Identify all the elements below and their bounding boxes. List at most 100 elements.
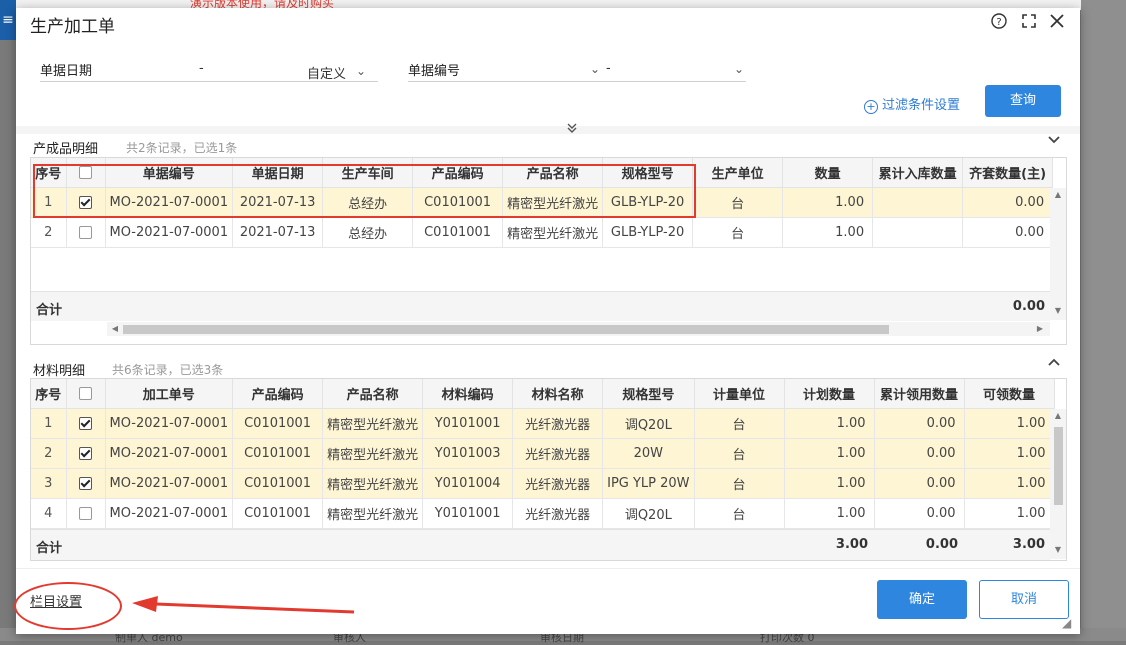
unit-cell[interactable]: 台 <box>694 498 785 529</box>
filter-settings-link[interactable]: + 过滤条件设置 <box>864 94 960 114</box>
unit-cell[interactable]: 台 <box>694 438 785 469</box>
row-select-cell[interactable] <box>66 408 106 439</box>
double-chevron-down-icon[interactable] <box>563 122 581 138</box>
chevron-down-icon[interactable]: ⌄ <box>734 62 744 76</box>
material-code-cell[interactable]: Y0101004 <box>422 468 514 499</box>
confirm-button[interactable]: 确定 <box>877 580 967 619</box>
product-code-cell[interactable]: C0101001 <box>232 438 324 469</box>
checkbox[interactable] <box>79 387 92 400</box>
row-select-cell[interactable] <box>66 438 106 469</box>
scroll-down-icon[interactable]: ▼ <box>1050 306 1066 315</box>
order-code-cell[interactable]: MO-2021-07-0001 <box>105 468 234 499</box>
row-select-cell[interactable] <box>66 468 106 499</box>
table-row[interactable]: 1 MO-2021-07-0001 C0101001 精密型光纤激光 Y0101… <box>31 408 1055 439</box>
col-header-unit[interactable]: 计量单位 <box>694 379 785 409</box>
checkbox[interactable] <box>79 226 92 239</box>
resize-grip-icon[interactable]: ◢ <box>1062 616 1071 630</box>
available-qty-cell[interactable]: 1.00 <box>964 468 1055 499</box>
available-qty-cell[interactable]: 1.00 <box>964 438 1055 469</box>
checkbox[interactable] <box>79 447 92 460</box>
product-code-cell[interactable]: C0101001 <box>232 408 324 439</box>
checkbox[interactable] <box>79 417 92 430</box>
doc-code-cell[interactable]: MO-2021-07-0001 <box>105 217 234 248</box>
order-code-cell[interactable]: MO-2021-07-0001 <box>105 498 234 529</box>
col-header-plan-qty[interactable]: 计划数量 <box>784 379 875 409</box>
plan-qty-cell[interactable]: 1.00 <box>784 438 875 469</box>
close-icon[interactable] <box>1047 13 1067 33</box>
doc-date-cell[interactable]: 2021-07-13 <box>232 217 324 248</box>
material-code-cell[interactable]: Y0101001 <box>422 408 514 439</box>
cancel-button[interactable]: 取消 <box>979 580 1069 619</box>
query-button[interactable]: 查询 <box>985 85 1061 117</box>
chevron-down-icon[interactable]: ⌄ <box>356 64 366 78</box>
spec-cell[interactable]: 20W <box>602 438 695 469</box>
col-header-stocked-qty[interactable]: 累计入库数量 <box>872 158 964 188</box>
material-name-cell[interactable]: 光纤激光器 <box>512 498 604 529</box>
spec-cell[interactable]: 调Q20L <box>602 498 695 529</box>
spec-cell[interactable]: IPG YLP 20W <box>602 468 695 499</box>
row-select-cell[interactable] <box>66 498 106 529</box>
spec-cell[interactable]: 调Q20L <box>602 408 695 439</box>
product-name-cell[interactable]: 精密型光纤激光 <box>502 217 604 248</box>
col-header-material-name[interactable]: 材料名称 <box>512 379 604 409</box>
product-name-cell[interactable]: 精密型光纤激光 <box>322 468 424 499</box>
date-mode-select[interactable]: 自定义 <box>307 63 346 82</box>
stocked-qty-cell[interactable] <box>872 187 964 218</box>
checkbox[interactable] <box>79 507 92 520</box>
table-row[interactable]: 2 MO-2021-07-0001 2021-07-13 总经办 C010100… <box>31 217 1054 248</box>
col-header-available-qty[interactable]: 可领数量 <box>964 379 1055 409</box>
materials-vertical-scrollbar[interactable]: ▲ ▼ <box>1050 409 1066 559</box>
material-code-cell[interactable]: Y0101001 <box>422 498 514 529</box>
used-qty-cell[interactable]: 0.00 <box>874 438 965 469</box>
col-header-unit[interactable]: 生产单位 <box>692 158 784 188</box>
product-name-cell[interactable]: 精密型光纤激光 <box>322 438 424 469</box>
unit-cell[interactable]: 台 <box>692 187 784 218</box>
scroll-left-icon[interactable]: ◀ <box>107 324 123 333</box>
workshop-cell[interactable]: 总经办 <box>322 217 414 248</box>
table-row[interactable]: 2 MO-2021-07-0001 C0101001 精密型光纤激光 Y0101… <box>31 438 1055 469</box>
col-header-order-code[interactable]: 加工单号 <box>105 379 234 409</box>
chevron-down-icon[interactable]: ⌄ <box>590 62 600 76</box>
qty-cell[interactable]: 1.00 <box>782 217 874 248</box>
col-header-kit-qty[interactable]: 齐套数量(主) <box>962 158 1054 188</box>
material-code-cell[interactable]: Y0101003 <box>422 438 514 469</box>
spec-cell[interactable]: GLB-YLP-20 <box>602 217 694 248</box>
material-name-cell[interactable]: 光纤激光器 <box>512 468 604 499</box>
scroll-up-icon[interactable]: ▲ <box>1050 190 1066 199</box>
kit-qty-cell[interactable]: 0.00 <box>962 187 1054 218</box>
available-qty-cell[interactable]: 1.00 <box>964 408 1055 439</box>
stocked-qty-cell[interactable] <box>872 217 964 248</box>
scroll-right-icon[interactable]: ▶ <box>1032 324 1048 333</box>
products-vertical-scrollbar[interactable]: ▲ ▼ <box>1050 188 1066 320</box>
scroll-thumb[interactable] <box>1054 427 1063 505</box>
chevron-down-icon[interactable] <box>1043 132 1065 154</box>
unit-cell[interactable]: 台 <box>694 468 785 499</box>
checkbox[interactable] <box>79 477 92 490</box>
scroll-down-icon[interactable]: ▼ <box>1050 545 1066 554</box>
table-row[interactable]: 4 MO-2021-07-0001 C0101001 精密型光纤激光 Y0101… <box>31 498 1055 529</box>
product-name-cell[interactable]: 精密型光纤激光 <box>322 408 424 439</box>
col-header-used-qty[interactable]: 累计领用数量 <box>874 379 965 409</box>
used-qty-cell[interactable]: 0.00 <box>874 498 965 529</box>
unit-cell[interactable]: 台 <box>692 217 784 248</box>
product-code-cell[interactable]: C0101001 <box>232 468 324 499</box>
available-qty-cell[interactable]: 1.00 <box>964 498 1055 529</box>
order-code-cell[interactable]: MO-2021-07-0001 <box>105 408 234 439</box>
used-qty-cell[interactable]: 0.00 <box>874 408 965 439</box>
chevron-up-icon[interactable] <box>1043 354 1065 376</box>
scroll-up-icon[interactable]: ▲ <box>1050 411 1066 420</box>
plan-qty-cell[interactable]: 1.00 <box>784 498 875 529</box>
maximize-icon[interactable] <box>1019 13 1039 33</box>
order-code-cell[interactable]: MO-2021-07-0001 <box>105 438 234 469</box>
product-name-cell[interactable]: 精密型光纤激光 <box>322 498 424 529</box>
col-header-spec[interactable]: 规格型号 <box>602 379 695 409</box>
kit-qty-cell[interactable]: 0.00 <box>962 217 1054 248</box>
plan-qty-cell[interactable]: 1.00 <box>784 408 875 439</box>
plan-qty-cell[interactable]: 1.00 <box>784 468 875 499</box>
product-code-cell[interactable]: C0101001 <box>412 217 504 248</box>
col-header-qty[interactable]: 数量 <box>782 158 874 188</box>
used-qty-cell[interactable]: 0.00 <box>874 468 965 499</box>
col-header-material-code[interactable]: 材料编码 <box>422 379 514 409</box>
table-row[interactable]: 3 MO-2021-07-0001 C0101001 精密型光纤激光 Y0101… <box>31 468 1055 499</box>
material-name-cell[interactable]: 光纤激光器 <box>512 408 604 439</box>
